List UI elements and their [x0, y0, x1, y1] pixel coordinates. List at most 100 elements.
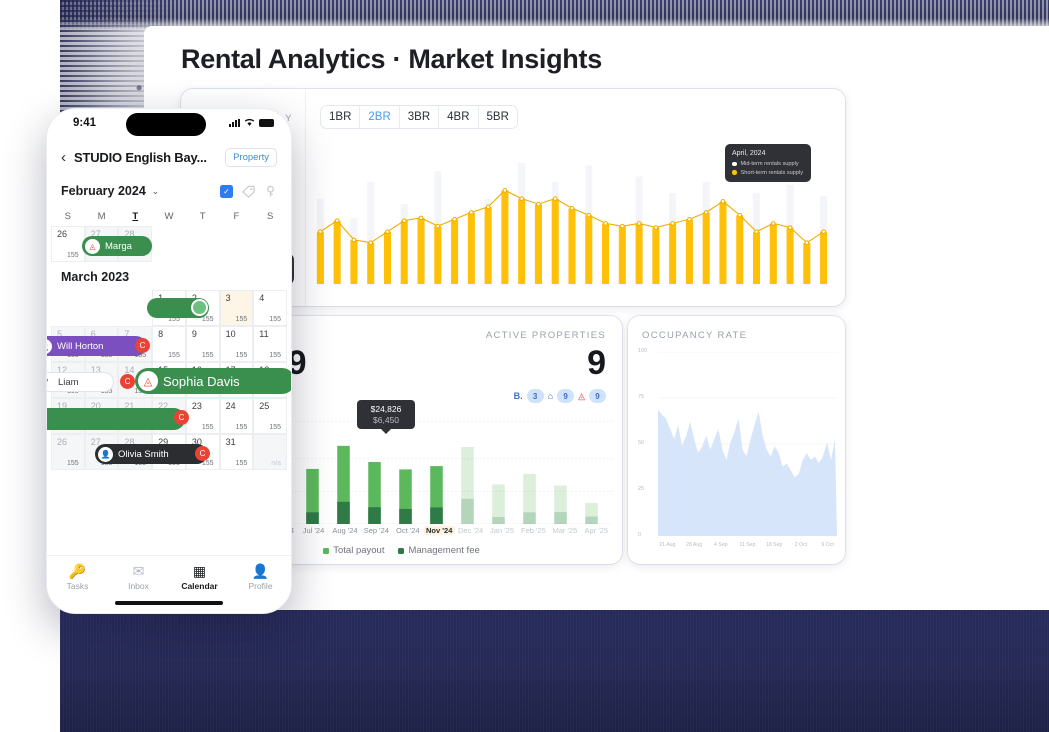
active-properties-block: ACTIVE PROPERTIES 9 B. 3 ⌂ 9 ◬ 9: [486, 330, 606, 403]
x-tick-label: 18 Sep: [765, 542, 783, 548]
airbnb-icon: ◬: [578, 390, 585, 401]
day-number: 8: [158, 329, 164, 339]
calendar-day-cell[interactable]: 10 155: [219, 326, 254, 362]
day-price: 155: [235, 460, 248, 467]
calendar-day-cell[interactable]: [84, 290, 119, 326]
booking-endcap-icon: C: [195, 446, 210, 461]
tooltip-legend-rows: Mid-term rentals supply Short-term rental…: [732, 161, 804, 176]
occupancy-area-chart: [658, 352, 837, 536]
calendar-day-cell[interactable]: 25 155: [253, 398, 287, 434]
tooltip-management-fee: $6,450: [373, 414, 399, 425]
key-icon[interactable]: [264, 185, 277, 198]
day-number: 9: [191, 329, 197, 339]
chevron-down-icon[interactable]: ⌄: [152, 186, 160, 197]
tab-label: Profile: [248, 581, 273, 591]
legend-label: Total payout: [333, 545, 385, 556]
calendar-booking[interactable]: 👤 Olivia Smith: [95, 444, 207, 464]
weekday-2: T: [132, 211, 139, 222]
calendar-booking[interactable]: V Liam: [47, 372, 114, 392]
march-calendar-grid: 1155215531554155515561557155815591551015…: [47, 290, 291, 470]
x-tick-label: Jan '25: [490, 526, 514, 535]
calendar-day-cell[interactable]: 26 155: [51, 226, 85, 262]
february-calendar-grid: 26 155 27 28 ◬ Marga: [47, 226, 291, 262]
booking-guest-name: Olivia Smith: [118, 448, 169, 460]
tab-tasks[interactable]: 🔑 Tasks: [47, 563, 108, 591]
property-source-badges: B. 3 ⌂ 9 ◬ 9: [486, 389, 606, 403]
day-price: 155: [269, 316, 281, 323]
day-price: 155: [235, 316, 248, 323]
calendar-day-cell[interactable]: 3 155: [219, 290, 254, 326]
calendar-day-cell[interactable]: [51, 290, 85, 326]
x-tick-label: 21 Aug: [659, 542, 676, 548]
calendar-booking[interactable]: ◬ Sophia Davis: [135, 368, 291, 394]
y-tick-label: 50: [638, 440, 645, 446]
day-price: 155: [235, 424, 248, 431]
day-price: 155: [67, 252, 79, 259]
tag-icon[interactable]: [242, 185, 255, 198]
day-price: 155: [67, 460, 79, 467]
x-tick-label: Nov '24: [423, 526, 455, 535]
bedroom-tab-3br[interactable]: 3BR: [399, 106, 440, 128]
status-icons: [229, 118, 274, 127]
x-tick-label: Dec '24: [458, 526, 484, 535]
booking-endcap-icon: [191, 299, 208, 316]
tab-inbox[interactable]: ✉ Inbox: [108, 563, 169, 591]
inbox-icon: ✉: [132, 563, 145, 579]
airbnb-icon: ◬: [138, 371, 158, 391]
x-tick-label: Aug '24: [332, 526, 358, 535]
calendar-booking[interactable]: [147, 298, 209, 318]
calendar-day-cell[interactable]: 4 155: [253, 290, 287, 326]
property-badge[interactable]: Property: [225, 147, 277, 167]
tab-label: Tasks: [66, 581, 89, 591]
person-icon: 👤: [251, 563, 270, 579]
calendar-day-cell[interactable]: 24 155: [219, 398, 254, 434]
calendar-booking[interactable]: 👤 Will Horton: [47, 336, 146, 356]
back-icon[interactable]: ‹: [61, 150, 66, 165]
weekday-6: S: [266, 211, 274, 222]
occupancy-area-fill: [658, 409, 837, 536]
calendar-day-cell[interactable]: 11 155: [253, 326, 287, 362]
legend-dot: [398, 547, 405, 554]
calendar-empty-cell: [253, 226, 287, 262]
bedroom-tab-1br[interactable]: 1BR: [321, 106, 361, 128]
phone-nav-bar: ‹ STUDIO English Bay... Property: [47, 139, 291, 175]
calendar-day-cell[interactable]: 9 155: [185, 326, 220, 362]
calendar-booking[interactable]: ◬ Marga: [82, 236, 152, 256]
y-tick-label: 75: [638, 394, 645, 400]
calendar-booking[interactable]: [47, 408, 185, 430]
weekday-header: SMTWTFS: [47, 207, 291, 226]
legend-label: Management fee: [408, 545, 480, 556]
weekday-1: M: [97, 211, 106, 222]
x-tick-label: Apr '25: [584, 526, 609, 535]
tab-profile[interactable]: 👤 Profile: [230, 563, 291, 591]
calendar-day-cell[interactable]: 31 155: [219, 434, 254, 470]
revenue-bars: [244, 445, 598, 524]
bedroom-tab-5br[interactable]: 5BR: [478, 106, 517, 128]
badge-count: 3: [526, 389, 544, 403]
calendar-empty-cell: [186, 226, 220, 262]
bedroom-tab-2br[interactable]: 2BR: [360, 106, 400, 128]
day-price: 155: [269, 424, 281, 431]
calendar-day-cell[interactable]: n/a: [253, 434, 287, 470]
calendar-day-cell[interactable]: 8 155: [152, 326, 186, 362]
day-number: 10: [225, 329, 236, 339]
tooltip-title: April, 2024: [732, 150, 766, 157]
y-tick-label: 100: [638, 348, 648, 354]
status-time: 9:41: [73, 117, 97, 129]
calendar-day-cell[interactable]: 26 155: [51, 434, 85, 470]
market-supply-chart-area: 1BR 2BR 3BR 4BR 5BR April, 2024 Mid-term ren…: [306, 89, 845, 306]
bedroom-filter-tabs[interactable]: 1BR 2BR 3BR 4BR 5BR: [320, 105, 518, 129]
tab-calendar[interactable]: ▦ Calendar: [169, 563, 230, 591]
calendar-check-icon[interactable]: [220, 184, 233, 198]
calendar-day-cell[interactable]: 23 155: [185, 398, 220, 434]
x-tick-label: 2 Oct: [794, 542, 808, 548]
booking-guest-name: Marga: [105, 240, 132, 252]
booking-endcap-icon: C: [120, 374, 135, 389]
bedroom-tab-4br[interactable]: 4BR: [439, 106, 479, 128]
weekday-3: W: [164, 211, 174, 222]
key-icon: 🔑: [68, 563, 87, 579]
day-number: 4: [259, 293, 265, 303]
x-tick-label: Sep '24: [363, 526, 389, 535]
legend-item: Management fee: [398, 545, 480, 556]
signal-icon: [229, 118, 240, 127]
